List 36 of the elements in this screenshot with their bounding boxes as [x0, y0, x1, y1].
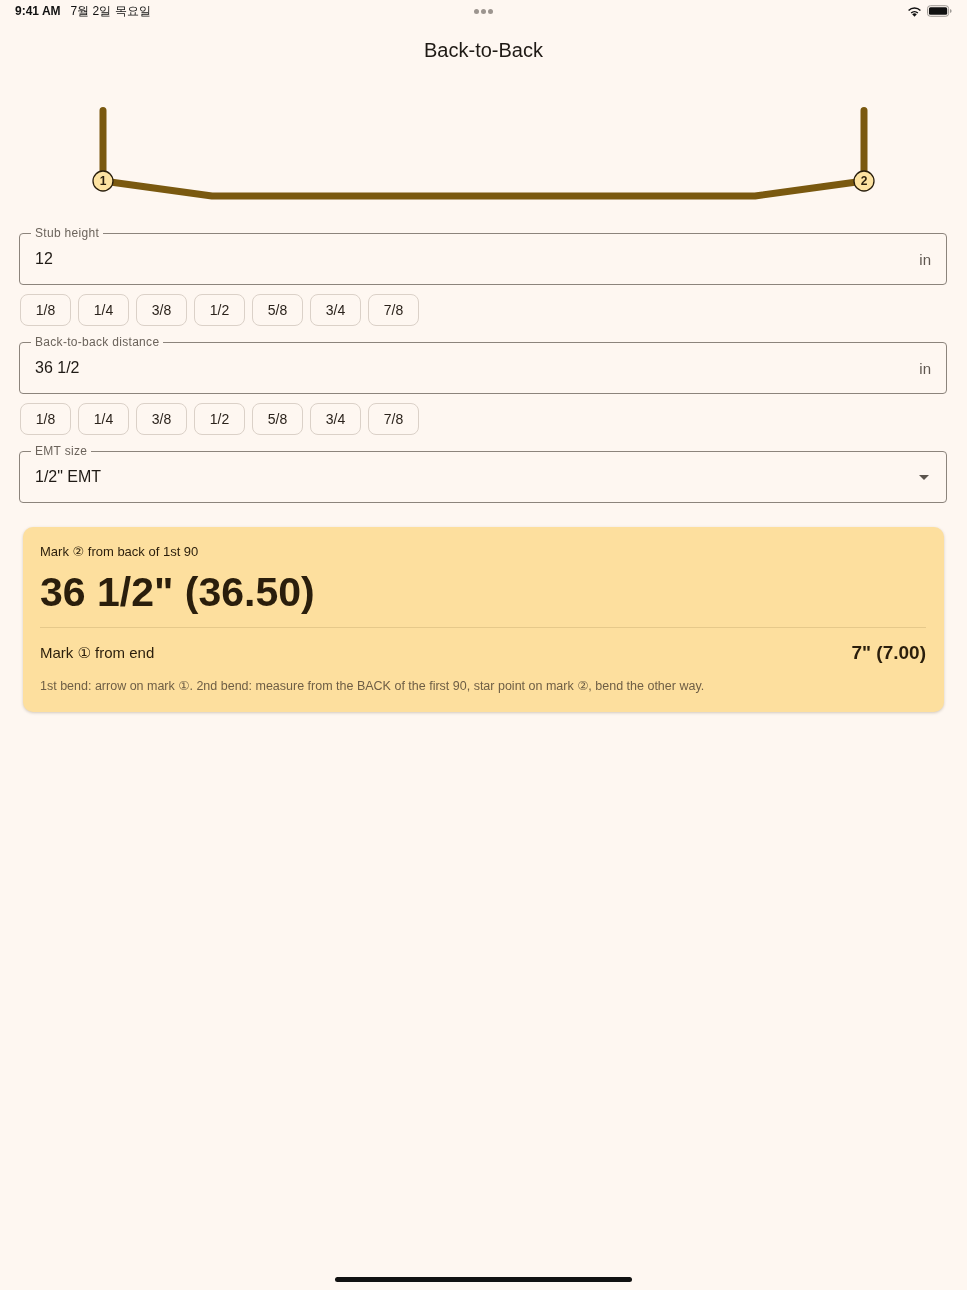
fraction-button[interactable]: 1/4: [78, 294, 129, 326]
bend-marker: 2: [853, 170, 875, 192]
fraction-button[interactable]: 7/8: [368, 403, 419, 435]
caret-icon: [919, 474, 929, 480]
more-icon[interactable]: [474, 8, 493, 14]
fraction-button[interactable]: 7/8: [368, 294, 419, 326]
fraction-button[interactable]: 5/8: [252, 294, 303, 326]
number-field[interactable]: Back-to-back distance 36 1/2 in: [19, 335, 947, 394]
result-value: 36 1/2" (36.50): [40, 569, 316, 615]
fraction-button[interactable]: 1/8: [20, 294, 71, 326]
unit-label: in: [919, 250, 931, 268]
status-date: 7월 2일 목요일: [70, 2, 151, 20]
fraction-button[interactable]: 5/8: [252, 403, 303, 435]
fraction-button[interactable]: 3/8: [136, 294, 187, 326]
fraction-button[interactable]: 1/4: [78, 403, 129, 435]
fraction-button[interactable]: 3/4: [310, 403, 361, 435]
fraction-button[interactable]: 3/4: [310, 294, 361, 326]
instruction-text: 1st bend: arrow on mark ①. 2nd bend: measure from the BACK of the first 90, star point on mark ②, bend the other way.: [40, 678, 706, 694]
fraction-button[interactable]: 1/2: [194, 403, 245, 435]
field-label: Stub height: [34, 226, 100, 240]
result-label: Mark ② from back of 1st 90: [40, 544, 200, 560]
fraction-button[interactable]: 3/8: [136, 403, 187, 435]
bend-marker: 1: [92, 170, 114, 192]
dropdown-field[interactable]: EMT size 1/2" EMT: [19, 444, 947, 503]
fraction-button[interactable]: 1/8: [20, 403, 71, 435]
fraction-button[interactable]: 1/2: [194, 294, 245, 326]
field-label: EMT size: [34, 444, 89, 458]
number-field[interactable]: Stub height 12 in: [19, 226, 947, 285]
result-label: Mark ① from end: [40, 644, 155, 662]
field-label: Back-to-back distance: [34, 335, 161, 349]
status-time: 9:41 AM: [15, 4, 61, 18]
wifi-icon: [907, 5, 922, 17]
screen-title: Back-to-Back: [423, 38, 544, 63]
result-value: 7" (7.00): [851, 642, 926, 664]
battery-icon: [927, 5, 952, 17]
unit-label: in: [919, 359, 931, 377]
